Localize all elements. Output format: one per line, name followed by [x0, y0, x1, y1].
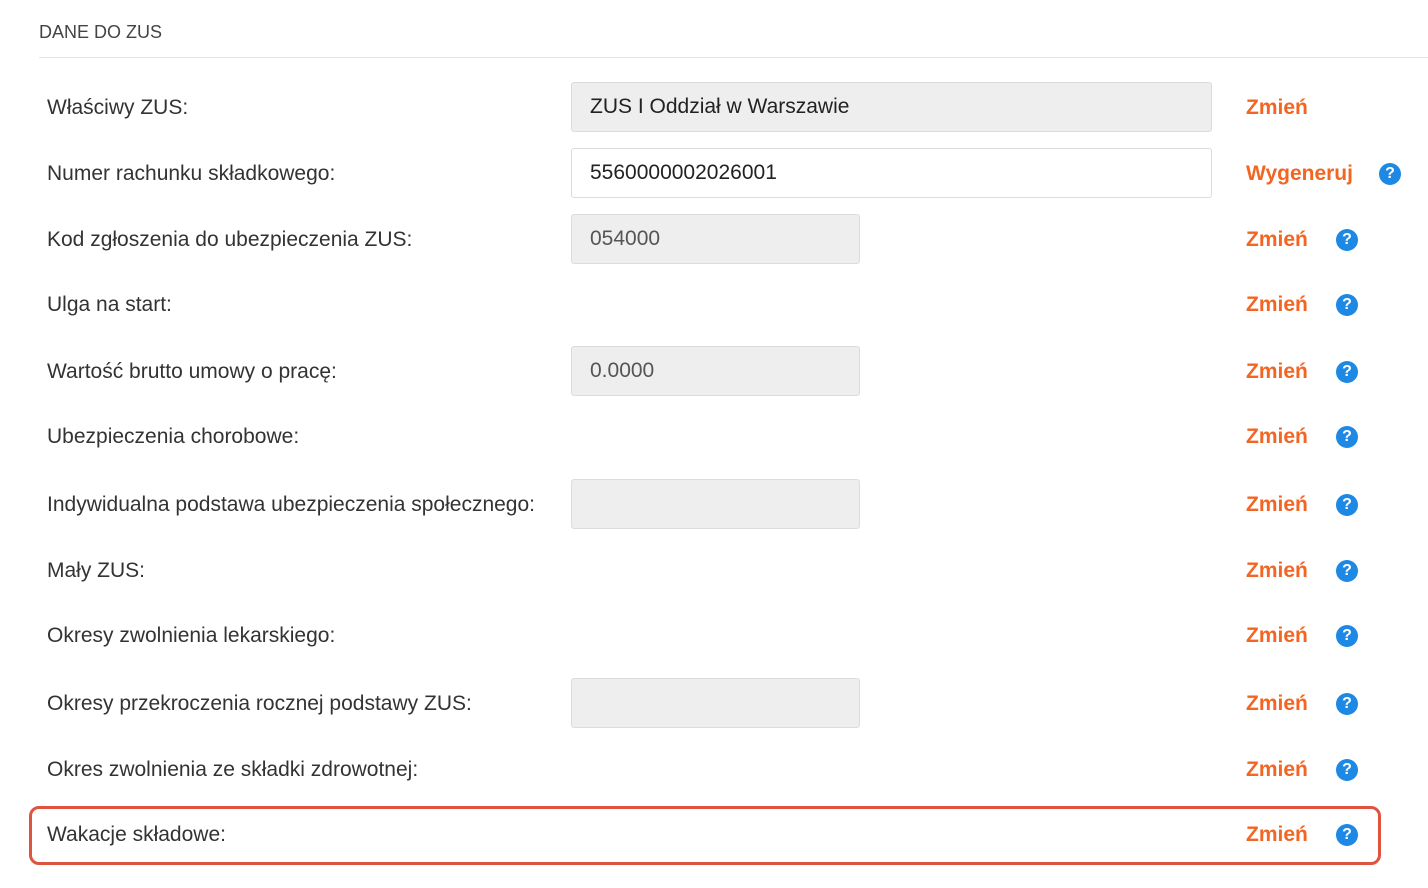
form-row-okresy-przekroczenia: Okresy przekroczenia rocznej podstawy ZU… — [0, 678, 1428, 730]
okres-zwolnienia-zdrowotnej-change-link[interactable]: Zmień — [1246, 744, 1308, 796]
question-circle-icon[interactable]: ? — [1336, 560, 1358, 582]
okres-zwolnienia-zdrowotnej-label: Okres zwolnienia ze składki zdrowotnej: — [47, 758, 419, 781]
kod-zgloszenia-field: 054000 — [571, 214, 860, 264]
form-row-ulga-na-start: Ulga na start: Zmień ? — [0, 279, 1428, 331]
wartosc-brutto-label: Wartość brutto umowy o pracę: — [47, 360, 337, 383]
kod-zgloszenia-change-link[interactable]: Zmień — [1246, 214, 1308, 266]
form-row-okresy-zwolnienia: Okresy zwolnienia lekarskiego: Zmień ? — [0, 610, 1428, 662]
okresy-przekroczenia-label: Okresy przekroczenia rocznej podstawy ZU… — [47, 692, 472, 715]
question-circle-icon[interactable]: ? — [1336, 625, 1358, 647]
form-row-maly-zus: Mały ZUS: Zmień ? — [0, 545, 1428, 597]
kod-zgloszenia-label: Kod zgłoszenia do ubezpieczenia ZUS: — [47, 228, 413, 251]
numer-rachunku-input[interactable]: 5560000002026001 — [571, 148, 1212, 198]
form-row-wakacje-skladowe: Wakacje składowe: Zmień ? — [0, 809, 1428, 861]
form-row-wartosc-brutto: Wartość brutto umowy o pracę: 0.0000 Zmi… — [0, 346, 1428, 398]
okresy-zwolnienia-label: Okresy zwolnienia lekarskiego: — [47, 624, 336, 647]
okresy-zwolnienia-change-link[interactable]: Zmień — [1246, 610, 1308, 662]
okresy-przekroczenia-change-link[interactable]: Zmień — [1246, 678, 1308, 730]
ulga-na-start-change-link[interactable]: Zmień — [1246, 279, 1308, 331]
form-row-kod-zgloszenia: Kod zgłoszenia do ubezpieczenia ZUS: 054… — [0, 214, 1428, 266]
ulga-na-start-label: Ulga na start: — [47, 293, 172, 316]
ubezpieczenia-chorobowe-change-link[interactable]: Zmień — [1246, 411, 1308, 463]
wakacje-skladowe-change-link[interactable]: Zmień — [1246, 809, 1308, 861]
numer-rachunku-generate-link[interactable]: Wygeneruj — [1246, 148, 1353, 200]
question-circle-icon[interactable]: ? — [1336, 759, 1358, 781]
form-row-indywidualna-podstawa: Indywidualna podstawa ubezpieczenia społ… — [0, 479, 1428, 531]
section-divider — [39, 57, 1428, 58]
wakacje-skladowe-label: Wakacje składowe: — [47, 823, 226, 846]
wlasciwy-zus-field: ZUS I Oddział w Warszawie — [571, 82, 1212, 132]
section-title: DANE DO ZUS — [39, 22, 163, 42]
wartosc-brutto-change-link[interactable]: Zmień — [1246, 346, 1308, 398]
question-circle-icon[interactable]: ? — [1336, 426, 1358, 448]
question-circle-icon[interactable]: ? — [1336, 824, 1358, 846]
numer-rachunku-label: Numer rachunku składkowego: — [47, 162, 336, 185]
question-circle-icon[interactable]: ? — [1336, 361, 1358, 383]
form-row-numer-rachunku: Numer rachunku składkowego: 556000000202… — [0, 148, 1428, 200]
form-row-wlasciwy-zus: Właściwy ZUS: ZUS I Oddział w Warszawie … — [0, 82, 1428, 134]
question-circle-icon[interactable]: ? — [1336, 294, 1358, 316]
question-circle-icon[interactable]: ? — [1336, 229, 1358, 251]
indywidualna-podstawa-field — [571, 479, 860, 529]
question-circle-icon[interactable]: ? — [1379, 163, 1401, 185]
indywidualna-podstawa-change-link[interactable]: Zmień — [1246, 479, 1308, 531]
okresy-przekroczenia-field — [571, 678, 860, 728]
maly-zus-label: Mały ZUS: — [47, 559, 146, 582]
form-row-okres-zwolnienia-zdrowotnej: Okres zwolnienia ze składki zdrowotnej: … — [0, 744, 1428, 796]
form-row-ubezpieczenia-chorobowe: Ubezpieczenia chorobowe: Zmień ? — [0, 411, 1428, 463]
indywidualna-podstawa-label: Indywidualna podstawa ubezpieczenia społ… — [47, 493, 536, 516]
question-circle-icon[interactable]: ? — [1336, 693, 1358, 715]
wlasciwy-zus-change-link[interactable]: Zmień — [1246, 82, 1308, 134]
maly-zus-change-link[interactable]: Zmień — [1246, 545, 1308, 597]
ubezpieczenia-chorobowe-label: Ubezpieczenia chorobowe: — [47, 425, 300, 448]
wartosc-brutto-field: 0.0000 — [571, 346, 860, 396]
question-circle-icon[interactable]: ? — [1336, 494, 1358, 516]
wlasciwy-zus-label: Właściwy ZUS: — [47, 96, 189, 119]
